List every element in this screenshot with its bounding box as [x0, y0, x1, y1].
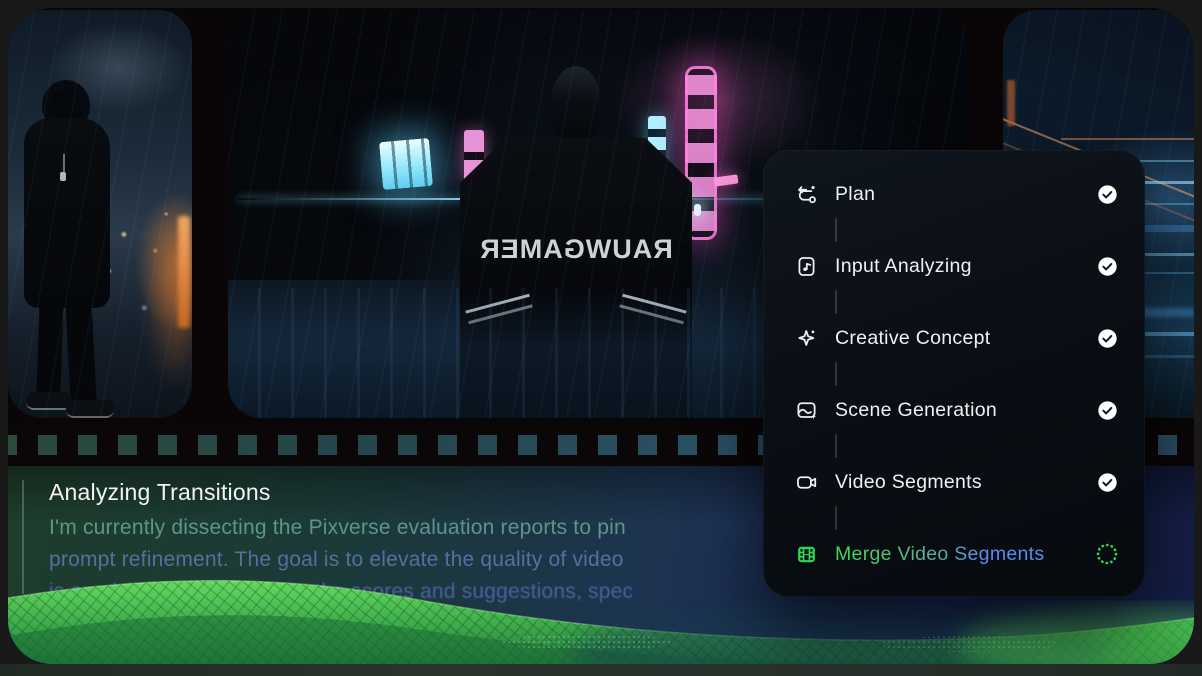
- progress-panel: Plan Input Analyzing: [763, 150, 1145, 597]
- step-input-analyzing[interactable]: Input Analyzing: [793, 246, 1119, 286]
- check-icon: [1095, 326, 1119, 350]
- step-label: Creative Concept: [835, 327, 990, 350]
- video-frame-1[interactable]: [8, 10, 192, 418]
- step-video-segments[interactable]: Video Segments: [793, 462, 1119, 502]
- step-connector: [835, 218, 837, 242]
- check-icon: [1095, 398, 1119, 422]
- step-merge-video-segments[interactable]: Merge Video Segments: [793, 534, 1119, 574]
- film-strip-icon: [793, 541, 819, 567]
- video-camera-icon: [793, 469, 819, 495]
- step-connector: [835, 362, 837, 386]
- backdrop-strip: [0, 664, 1202, 676]
- step-label: Merge Video Segments: [835, 543, 1044, 566]
- step-connector: [835, 506, 837, 530]
- image-sparkle-icon: [793, 397, 819, 423]
- step-connector: [835, 290, 837, 314]
- step-scene-generation[interactable]: Scene Generation: [793, 390, 1119, 430]
- spinner-icon: [1095, 542, 1119, 566]
- step-label: Scene Generation: [835, 399, 997, 422]
- sparkles-icon: [793, 325, 819, 351]
- step-label: Input Analyzing: [835, 255, 972, 278]
- step-label: Plan: [835, 183, 875, 206]
- check-icon: [1095, 182, 1119, 206]
- step-plan[interactable]: Plan: [793, 174, 1119, 214]
- check-icon: [1095, 254, 1119, 278]
- step-label: Video Segments: [835, 471, 982, 494]
- plan-route-icon: [793, 181, 819, 207]
- video-preview-card: RAUWGAMER: [8, 8, 1194, 664]
- app-background: RAUWGAMER: [0, 0, 1202, 676]
- audio-file-icon: [793, 253, 819, 279]
- step-connector: [835, 434, 837, 458]
- step-creative-concept[interactable]: Creative Concept: [793, 318, 1119, 358]
- rain-overlay: [8, 10, 192, 418]
- check-icon: [1095, 470, 1119, 494]
